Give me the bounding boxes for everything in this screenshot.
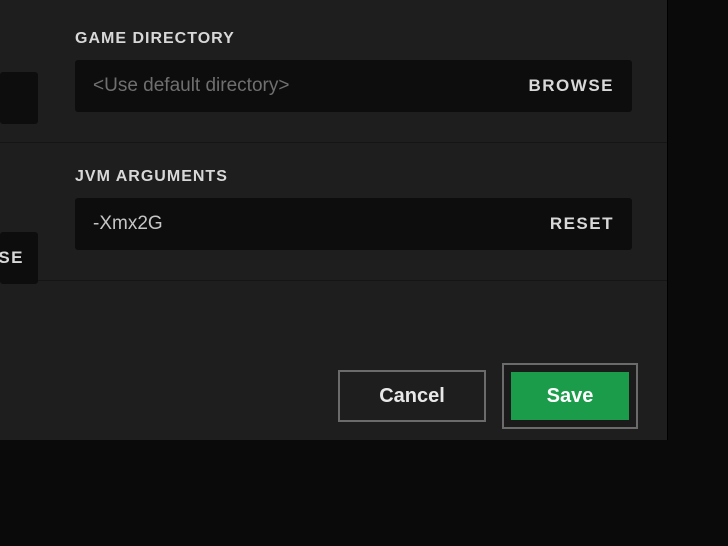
save-button[interactable]: Save: [511, 372, 629, 420]
reset-button[interactable]: RESET: [550, 214, 614, 234]
cancel-button[interactable]: Cancel: [338, 370, 486, 422]
settings-panel: GAME DIRECTORY BROWSE JVM ARGUMENTS RESE…: [0, 0, 668, 440]
jvm-arguments-section: JVM ARGUMENTS RESET: [0, 143, 667, 281]
jvm-arguments-field: RESET: [75, 198, 632, 250]
game-directory-label: GAME DIRECTORY: [75, 30, 632, 48]
action-row: Cancel Save: [0, 352, 668, 440]
cutoff-text-mid: SE: [0, 248, 24, 268]
game-directory-field: BROWSE: [75, 60, 632, 112]
jvm-arguments-label: JVM ARGUMENTS: [75, 168, 632, 186]
game-directory-input[interactable]: [93, 75, 529, 97]
jvm-arguments-input[interactable]: [93, 213, 550, 235]
browse-button[interactable]: BROWSE: [529, 76, 615, 96]
game-directory-section: GAME DIRECTORY BROWSE: [0, 0, 667, 143]
cutoff-field-top: [0, 72, 38, 124]
save-button-highlight: Save: [502, 363, 638, 429]
cutoff-field-mid: SE: [0, 232, 38, 284]
